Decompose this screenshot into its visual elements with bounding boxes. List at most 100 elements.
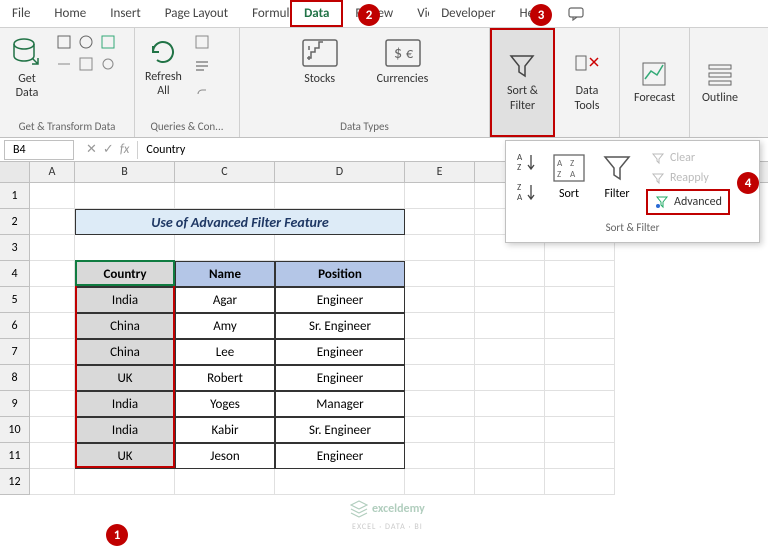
- advanced-button[interactable]: Advanced: [646, 189, 730, 215]
- table-cell[interactable]: China: [75, 313, 175, 339]
- comments-icon[interactable]: [556, 3, 596, 25]
- tab-home[interactable]: Home: [42, 2, 98, 25]
- tab-view[interactable]: View: [405, 2, 429, 25]
- svg-text:$: $: [394, 44, 402, 63]
- callout-4: 4: [737, 172, 759, 194]
- svg-text:A: A: [570, 169, 576, 180]
- table-cell[interactable]: UK: [75, 365, 175, 391]
- header-country[interactable]: Country: [75, 261, 175, 287]
- tab-developer[interactable]: Developer: [429, 2, 507, 25]
- tab-data[interactable]: Data: [290, 0, 343, 27]
- table-cell[interactable]: Engineer: [275, 443, 405, 469]
- row-6[interactable]: 6: [0, 313, 30, 339]
- tab-page-layout[interactable]: Page Layout: [153, 2, 240, 25]
- existing-conn-icon[interactable]: [76, 54, 96, 74]
- misc-icon[interactable]: [98, 54, 118, 74]
- title-cell[interactable]: Use of Advanced Filter Feature: [75, 209, 405, 235]
- database-arrow-icon: [10, 36, 44, 70]
- select-all-corner[interactable]: [0, 162, 30, 182]
- group-label-datatypes: Data Types: [246, 118, 483, 133]
- table-cell[interactable]: Robert: [175, 365, 275, 391]
- data-tools-icon: [572, 52, 602, 82]
- sort-za-button[interactable]: ZA: [514, 179, 540, 205]
- data-tools-button[interactable]: Data Tools: [568, 48, 606, 117]
- sort-za-icon: ZA: [516, 181, 538, 203]
- recent-sources-icon[interactable]: [54, 54, 74, 74]
- table-cell[interactable]: China: [75, 339, 175, 365]
- row-9[interactable]: 9: [0, 391, 30, 417]
- sort-button[interactable]: AZZA Sort: [550, 149, 588, 203]
- row-4[interactable]: 4: [0, 261, 30, 287]
- table-cell[interactable]: Engineer: [275, 365, 405, 391]
- currencies-icon: $€: [384, 36, 422, 70]
- col-D[interactable]: D: [275, 162, 405, 182]
- forecast-icon: [639, 59, 669, 89]
- queries-icon[interactable]: [192, 32, 212, 52]
- get-data-button[interactable]: Get Data: [6, 32, 48, 105]
- enter-icon[interactable]: ✓: [103, 142, 114, 157]
- col-B[interactable]: B: [75, 162, 175, 182]
- refresh-all-button[interactable]: Refresh All: [141, 32, 186, 103]
- col-E[interactable]: E: [405, 162, 475, 182]
- row-5[interactable]: 5: [0, 287, 30, 313]
- group-label-get-transform: Get & Transform Data: [6, 118, 128, 133]
- callout-1: 1: [106, 524, 128, 546]
- from-range-icon[interactable]: [98, 32, 118, 52]
- row-2[interactable]: 2: [0, 209, 30, 235]
- tab-insert[interactable]: Insert: [98, 2, 153, 25]
- row-12[interactable]: 12: [0, 469, 30, 495]
- row-8[interactable]: 8: [0, 365, 30, 391]
- cancel-icon[interactable]: ✕: [86, 142, 97, 157]
- clear-button[interactable]: Clear: [646, 149, 730, 167]
- header-position[interactable]: Position: [275, 261, 405, 287]
- table-cell[interactable]: Kabir: [175, 417, 275, 443]
- header-name[interactable]: Name: [175, 261, 275, 287]
- row-7[interactable]: 7: [0, 339, 30, 365]
- fx-icon[interactable]: fx: [120, 142, 130, 157]
- edit-links-icon[interactable]: [192, 80, 212, 100]
- tab-file[interactable]: File: [0, 2, 42, 25]
- name-box[interactable]: [4, 140, 74, 160]
- watermark-icon: [350, 500, 368, 518]
- from-web-icon[interactable]: [76, 32, 96, 52]
- table-cell[interactable]: Lee: [175, 339, 275, 365]
- forecast-button[interactable]: Forecast: [630, 55, 679, 109]
- row-11[interactable]: 11: [0, 443, 30, 469]
- table-cell[interactable]: Sr. Engineer: [275, 313, 405, 339]
- outline-icon: [705, 59, 735, 89]
- table-cell[interactable]: Jeson: [175, 443, 275, 469]
- row-1[interactable]: 1: [0, 183, 30, 209]
- properties-icon[interactable]: [192, 56, 212, 76]
- filter-button[interactable]: Filter: [598, 149, 636, 203]
- funnel-icon: [507, 52, 537, 82]
- reapply-icon: [650, 171, 666, 185]
- table-cell[interactable]: UK: [75, 443, 175, 469]
- outline-button[interactable]: Outline: [698, 55, 742, 109]
- table-cell[interactable]: Engineer: [275, 287, 405, 313]
- tab-formulas[interactable]: Formulas: [240, 2, 290, 25]
- table-cell[interactable]: Yoges: [175, 391, 275, 417]
- svg-text:Z: Z: [557, 169, 561, 180]
- table-cell[interactable]: Agar: [175, 287, 275, 313]
- table-cell[interactable]: Manager: [275, 391, 405, 417]
- reapply-button[interactable]: Reapply: [646, 169, 730, 187]
- row-3[interactable]: 3: [0, 235, 30, 261]
- table-cell[interactable]: India: [75, 287, 175, 313]
- table-cell[interactable]: India: [75, 417, 175, 443]
- table-cell[interactable]: India: [75, 391, 175, 417]
- from-text-icon[interactable]: [54, 32, 74, 52]
- sort-icon: AZZA: [552, 151, 586, 185]
- col-C[interactable]: C: [175, 162, 275, 182]
- currencies-button[interactable]: $€ Currencies: [373, 32, 433, 90]
- row-10[interactable]: 10: [0, 417, 30, 443]
- dropdown-group-label: Sort & Filter: [514, 221, 751, 234]
- group-label-queries: Queries & Con...: [141, 118, 233, 133]
- stocks-button[interactable]: Stocks: [297, 32, 343, 90]
- sort-az-button[interactable]: AZ: [514, 149, 540, 175]
- callout-3: 3: [530, 4, 552, 26]
- col-A[interactable]: A: [30, 162, 75, 182]
- table-cell[interactable]: Sr. Engineer: [275, 417, 405, 443]
- sort-filter-button[interactable]: Sort & Filter: [503, 48, 542, 117]
- table-cell[interactable]: Engineer: [275, 339, 405, 365]
- table-cell[interactable]: Amy: [175, 313, 275, 339]
